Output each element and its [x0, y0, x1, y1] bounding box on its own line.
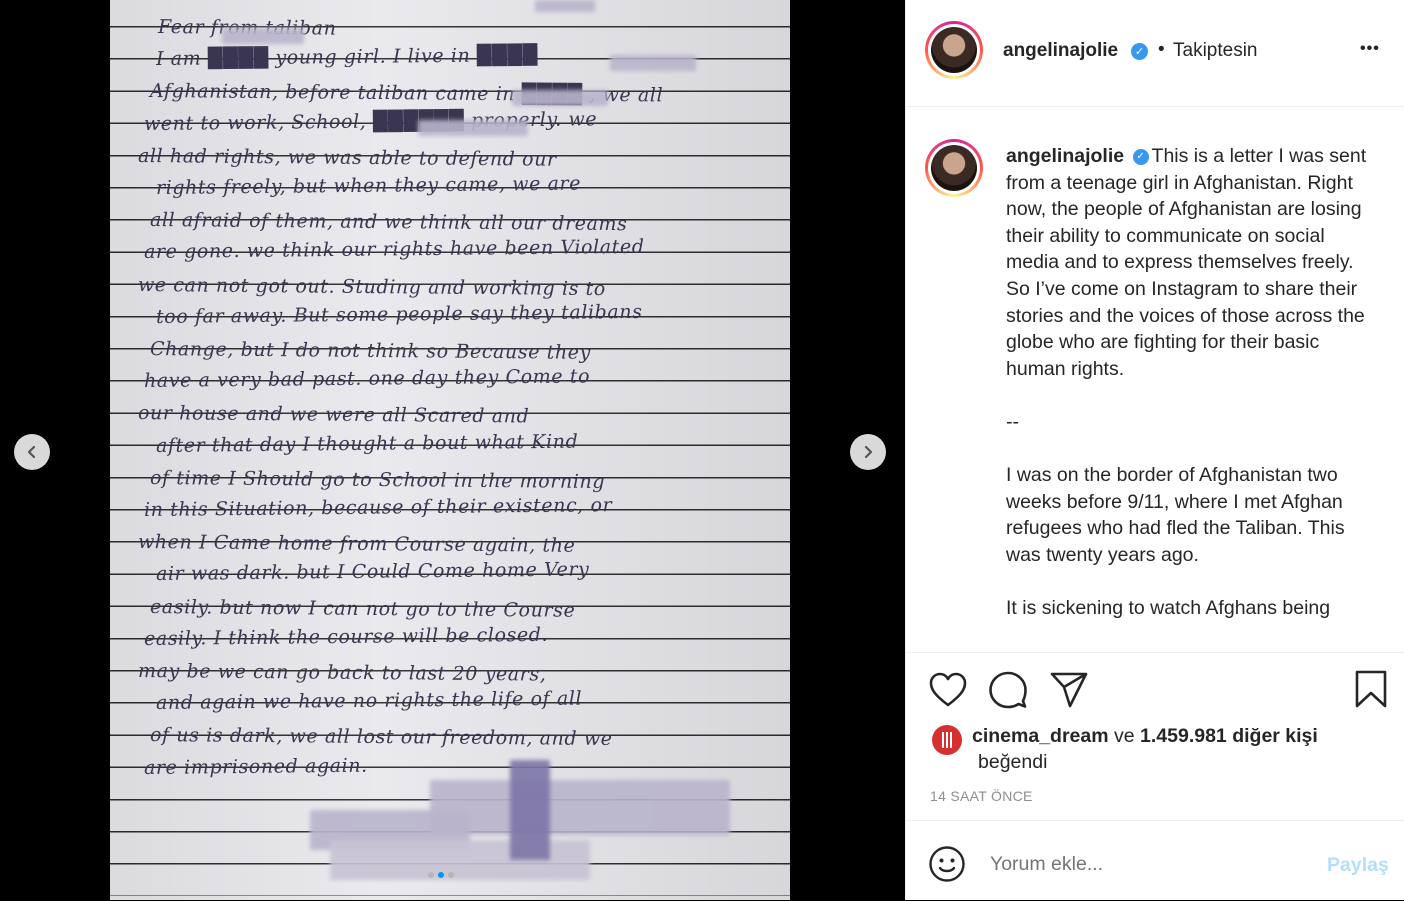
follow-status[interactable]: Takiptesin: [1173, 40, 1258, 62]
likes-summary: cinema_dream ve 1.459.981 diğer kişi: [972, 723, 1318, 750]
blur-signature: [330, 840, 590, 880]
bookmark-icon[interactable]: [1354, 669, 1388, 709]
handwritten-line: in this Situation, because of their exis…: [143, 494, 613, 521]
handwritten-line: have a very bad past. one day they Come …: [143, 365, 591, 393]
post-actions: cinema_dream ve 1.459.981 diğer kişi beğ…: [906, 652, 1404, 821]
post-sidebar: angelinajolie ✓ • Takiptesin ••• angelin…: [905, 0, 1404, 900]
letter-photo: Fear from talibanI am ████ young girl. I…: [110, 0, 790, 900]
handwritten-line: Change, but I do not think so Because th…: [149, 338, 591, 364]
likes-conjunction: ve: [1114, 725, 1135, 747]
caption-text: angelinajolie ✓ This is a letter I was se…: [1006, 143, 1371, 622]
handwritten-line: went to work, School, ██████ properly. w…: [143, 107, 598, 135]
handwritten-line: are gone. we think our rights have been …: [143, 236, 645, 264]
comment-bar: Paylaş: [906, 820, 1404, 901]
like-heart-icon[interactable]: [928, 671, 968, 709]
avatar-image: [931, 145, 977, 191]
handwritten-line: and again we have no rights the life of …: [155, 687, 583, 715]
caption-area: angelinajolie ✓ This is a letter I was se…: [906, 107, 1404, 652]
chevron-right-icon: [864, 445, 873, 459]
avatar-image: [931, 27, 977, 73]
handwritten-line: are imprisoned again.: [143, 754, 368, 779]
caption-paragraph: angelinajolie ✓ This is a letter I was se…: [1006, 143, 1371, 382]
username-link[interactable]: angelinajolie: [1003, 40, 1118, 62]
handwritten-line: of us is dark, we all lost our freedom, …: [149, 724, 613, 751]
carousel-dot: [428, 872, 434, 878]
post-header: angelinajolie ✓ • Takiptesin •••: [906, 0, 1404, 107]
verified-badge-icon: ✓: [1132, 148, 1149, 165]
handwritten-line: may be we can go back to last 20 years,: [137, 660, 547, 686]
verified-badge-icon: ✓: [1131, 43, 1148, 60]
comment-bubble-icon[interactable]: [988, 670, 1028, 710]
emoji-smiley-icon[interactable]: [928, 845, 966, 883]
chevron-left-icon: [27, 445, 36, 459]
blur-redaction: [535, 0, 595, 12]
carousel-dot: [448, 872, 454, 878]
caption-paragraph-2: --: [1006, 410, 1019, 433]
blur-signature: [510, 760, 550, 860]
comment-input[interactable]: [988, 848, 1292, 880]
blur-redaction: [512, 90, 608, 106]
popcorn-icon: [940, 732, 954, 748]
share-send-icon[interactable]: [1049, 671, 1089, 709]
caption-avatar[interactable]: [925, 139, 983, 197]
carousel-next-button[interactable]: [850, 434, 886, 470]
carousel-prev-button[interactable]: [14, 434, 50, 470]
handwritten-line: easily. I think the course will be close…: [143, 623, 549, 650]
likes-suffix: beğendi: [978, 751, 1048, 773]
handwritten-line: too far away. But some people say they t…: [155, 300, 643, 328]
handwritten-line: our house and we were all Scared and: [137, 402, 530, 428]
blur-redaction: [222, 28, 304, 44]
blur-redaction: [418, 120, 528, 136]
carousel-dot: [438, 872, 444, 878]
handwritten-line: we can not got out. Studing and working …: [137, 273, 606, 300]
post-timestamp[interactable]: 14 SAAT ÖNCE: [930, 788, 1033, 804]
handwritten-line: all afraid of them, and we think all our…: [149, 209, 628, 236]
handwritten-line: air was dark. but I Could Come home Very: [155, 558, 590, 586]
handwritten-line: when I Came home from Course again, the: [137, 531, 576, 558]
handwritten-line: easily. but now I can not go to the Cour…: [149, 595, 576, 622]
handwritten-line: all had rights, we was able to defend ou…: [137, 144, 557, 171]
handwritten-line: after that day I thought a bout what Kin…: [155, 430, 579, 457]
more-options-icon[interactable]: •••: [1360, 40, 1380, 58]
handwritten-line: of time I Should go to School in the mor…: [149, 466, 606, 493]
handwritten-line: rights freely, but when they came, we ar…: [155, 172, 582, 199]
liker-avatar[interactable]: [932, 725, 962, 755]
handwritten-line: I am ████ young girl. I live in ████: [155, 44, 538, 71]
carousel-dots: [428, 872, 454, 878]
caption-paragraph-4: It is sickening to watch Afghans being: [1006, 597, 1331, 620]
post-comment-button[interactable]: Paylaş: [1327, 854, 1389, 877]
liker-username[interactable]: cinema_dream: [972, 725, 1109, 747]
blur-redaction: [610, 55, 696, 71]
caption-paragraph-3: I was on the border of Afghanistan two w…: [1006, 464, 1345, 566]
blur-signature: [430, 780, 730, 835]
follow-dot: •: [1158, 39, 1165, 60]
caption-paragraph-1: This is a letter I was sent from a teena…: [1006, 145, 1367, 380]
post-media: Fear from talibanI am ████ young girl. I…: [0, 0, 905, 900]
likes-count[interactable]: 1.459.981 diğer kişi: [1140, 725, 1318, 747]
caption-username[interactable]: angelinajolie: [1006, 145, 1124, 167]
avatar[interactable]: [925, 21, 983, 79]
